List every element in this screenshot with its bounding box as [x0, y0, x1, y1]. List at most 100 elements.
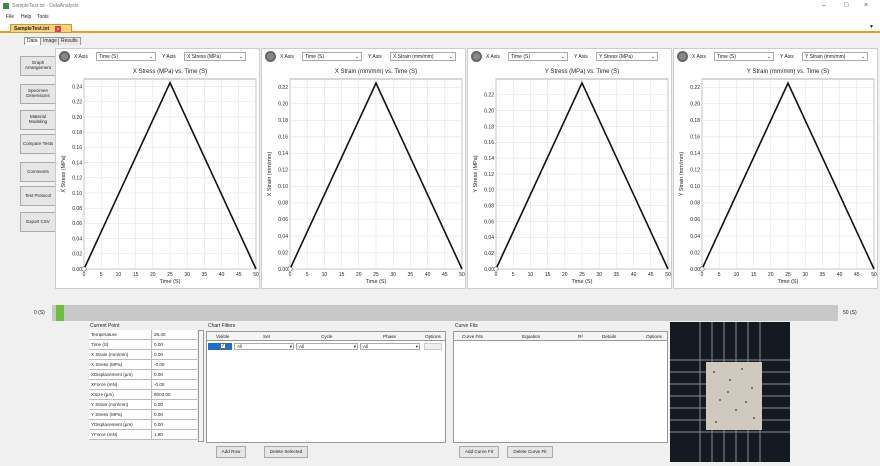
y-tick-label: 0.16: [484, 140, 494, 146]
y-axis-value: X Stress (MPa): [187, 54, 221, 60]
minimize-icon[interactable]: –: [822, 2, 826, 9]
table-row: XSize (µm) 8003.00: [89, 390, 197, 400]
chevron-down-icon: ⌄: [650, 54, 655, 60]
data-point-marker: [287, 266, 293, 272]
line-chart[interactable]: Y Stress (MPa) vs. Time (S) 0 5 10 15 20 25 30 3…: [468, 64, 673, 290]
tab-close-icon[interactable]: ×: [55, 26, 61, 32]
y-tick-label: 0.16: [690, 135, 700, 141]
current-point-scrollbar[interactable]: [198, 330, 204, 442]
set-select[interactable]: All ▾: [234, 343, 294, 350]
chevron-down-icon: ⌄: [354, 54, 359, 60]
row-options-button[interactable]: [424, 343, 442, 350]
x-tick-label: 0: [289, 272, 292, 278]
table-row: Y Stress (MPa) 0.00: [89, 410, 197, 420]
cell-divider: [151, 370, 152, 380]
x-tick-label: 40: [631, 272, 637, 278]
y-tick-label: 0.16: [278, 135, 288, 141]
phase-value: All: [363, 344, 369, 349]
cell-divider: [151, 410, 152, 420]
x-tick-label: 50: [871, 272, 877, 278]
y-tick-label: 0.18: [278, 118, 288, 124]
maximize-icon[interactable]: □: [844, 2, 848, 9]
table-row: YDisplacement (µm) 0.00: [89, 420, 197, 430]
x-tick-label: 10: [734, 272, 740, 278]
tab-list-chevron-down-icon[interactable]: ▼: [869, 24, 874, 30]
chevron-down-icon: ⌄: [560, 54, 565, 60]
y-tick-label: 0.12: [690, 168, 700, 174]
cell-divider: [151, 360, 152, 370]
gear-icon[interactable]: [677, 51, 688, 62]
y-axis-select[interactable]: Y Strain (mm/mm) ⌄: [802, 52, 868, 61]
menu-tools[interactable]: Tools: [37, 14, 49, 20]
tab-results[interactable]: Results: [58, 37, 81, 45]
document-tab[interactable]: SampleTest.txt ×: [10, 24, 72, 33]
x-axis-select[interactable]: Time (S) ⌄: [714, 52, 774, 61]
y-tick-label: 0.22: [72, 100, 82, 106]
tab-image[interactable]: Image: [40, 37, 60, 45]
x-tick-label: 5: [718, 272, 721, 278]
y-tick-label: 0.18: [72, 130, 82, 136]
material-modeling-button[interactable]: Material Modeling: [20, 110, 56, 130]
time-slider[interactable]: [52, 305, 838, 321]
phase-select[interactable]: All ▾: [360, 343, 420, 350]
add-row-button[interactable]: Add Row: [216, 446, 246, 458]
cell-divider: [151, 350, 152, 360]
gear-icon[interactable]: [265, 51, 276, 62]
compare-tests-button[interactable]: Compare Tests: [20, 134, 56, 154]
chart-filters-grid: Visible Set Cycle Phase Options ✓ All ▾ A…: [206, 331, 446, 443]
curve-fits-title: Curve Fits: [455, 323, 478, 329]
x-tick-label: 40: [425, 272, 431, 278]
property-value: 1.80: [154, 432, 163, 437]
graph-arrangement-button[interactable]: Graph Arrangement: [20, 56, 56, 76]
y-tick-label: 0.06: [690, 217, 700, 223]
close-icon[interactable]: ×: [864, 2, 868, 9]
x-axis-select[interactable]: Time (S) ⌄: [302, 52, 362, 61]
menu-help[interactable]: Help: [21, 14, 31, 20]
y-tick-label: 0.10: [278, 184, 288, 190]
gear-icon[interactable]: [59, 51, 70, 62]
x-axis-select[interactable]: Time (S) ⌄: [96, 52, 156, 61]
x-axis-select[interactable]: Time (S) ⌄: [508, 52, 568, 61]
tab-data[interactable]: Data: [24, 37, 41, 45]
x-axis-label: X Axis: [74, 54, 88, 60]
property-name: YDisplacement (µm): [91, 422, 133, 427]
delete-selected-button[interactable]: Delete Selected: [264, 446, 308, 458]
x-tick-label: 5: [100, 272, 103, 278]
column-options: Options: [646, 334, 662, 339]
y-tick-label: 0.10: [484, 188, 494, 194]
line-chart[interactable]: X Stress (MPa) vs. Time (S) 0 5 10 15 20 25 30 3…: [56, 64, 261, 290]
line-chart[interactable]: X Strain (mm/mm) vs. Time (S) 0 5 10 15 20 25 3…: [262, 64, 467, 290]
y-axis-title: Y Stress (MPa): [473, 155, 479, 192]
gear-icon[interactable]: [471, 51, 482, 62]
table-row: XDisplacement (µm) 0.00: [89, 370, 197, 380]
y-tick-label: 0.18: [690, 118, 700, 124]
line-chart[interactable]: Y Strain (mm/mm) vs. Time (S) 0 5 10 15 20 25 3…: [674, 64, 879, 290]
cell-divider: [151, 430, 152, 440]
x-tick-label: 10: [322, 272, 328, 278]
add-curve-fit-button[interactable]: Add Curve Fit: [459, 446, 499, 458]
x-tick-label: 30: [184, 272, 190, 278]
export-csv-button[interactable]: Export CSV: [20, 212, 56, 232]
x-tick-label: 40: [837, 272, 843, 278]
property-name: X Strain (mm/mm): [91, 352, 129, 357]
x-tick-label: 45: [648, 272, 654, 278]
data-point-marker: [493, 266, 499, 272]
cycle-select[interactable]: All ▾: [296, 343, 358, 350]
data-point-marker: [699, 266, 705, 272]
visible-checkbox[interactable]: ✓: [220, 343, 226, 349]
delete-curve-fit-button[interactable]: Delete Curve Fit: [507, 446, 553, 458]
property-value: 0.00: [154, 352, 163, 357]
test-protocol-button[interactable]: Test Protocol: [20, 186, 56, 206]
set-value: All: [237, 344, 243, 349]
menu-file[interactable]: File: [6, 14, 14, 20]
y-axis-select[interactable]: X Strain (mm/mm) ⌄: [390, 52, 456, 61]
x-tick-label: 25: [579, 272, 585, 278]
y-axis-select[interactable]: Y Stress (MPa) ⌄: [596, 52, 658, 61]
y-axis-select[interactable]: X Stress (MPa) ⌄: [184, 52, 246, 61]
time-slider-handle[interactable]: [56, 305, 64, 321]
x-axis-title: Time (S): [778, 279, 799, 285]
y-tick-label: 0.04: [72, 236, 82, 242]
property-value: 0.00: [154, 342, 163, 347]
specimen-dimensions-button[interactable]: Specimen Dimensions: [20, 84, 56, 104]
comments-button[interactable]: Comments: [20, 162, 56, 182]
